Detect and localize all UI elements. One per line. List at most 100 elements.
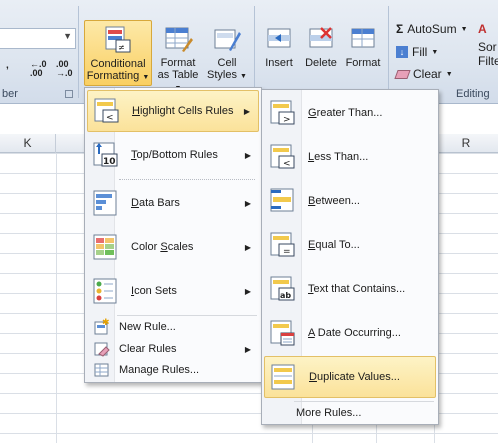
cf-label-line2: Formatting (86, 70, 140, 82)
number-group-label: ber (2, 88, 18, 100)
cell-styles-label-line2: Styles (207, 69, 237, 81)
insert-button[interactable]: Insert (258, 20, 300, 86)
svg-text:<: < (106, 113, 114, 123)
menu-item-label: Between... (308, 195, 360, 207)
highlight-cells-rules-icon: < (94, 98, 119, 123)
decrease-decimal-icon[interactable]: .00 →.0 (56, 60, 73, 78)
dialog-launcher-icon[interactable] (65, 90, 73, 98)
menu-item-label: Duplicate Values... (309, 371, 400, 383)
menu-item-icon-sets[interactable]: Icon Sets ▶ (87, 270, 259, 312)
svg-text:<: < (283, 159, 291, 169)
submenu-arrow-icon: ▶ (244, 198, 251, 208)
format-cells-icon (348, 24, 378, 54)
menu-item-new-rule[interactable]: ✱ New Rule... (87, 317, 259, 337)
more-rules-label: More Rules... (296, 407, 362, 419)
menu-item-clear-rules[interactable]: Clear Rules ▶ (87, 339, 259, 359)
submenu-arrow-icon: ▶ (243, 106, 250, 116)
grid-line (56, 153, 57, 443)
menu-item-label: Top/Bottom Rules (131, 149, 218, 161)
cf-label-line1: Conditional (90, 58, 146, 70)
column-header-r[interactable]: R (434, 134, 498, 153)
menu-item-duplicate-values[interactable]: Duplicate Values... (264, 356, 436, 398)
text-contains-icon: ab (270, 276, 295, 301)
submenu-arrow-icon: ▶ (244, 344, 251, 354)
menu-item-text-that-contains[interactable]: ab Text that Contains... (264, 268, 436, 310)
menu-item-label: Highlight Cells Rules (132, 105, 234, 117)
chevron-down-icon: ▼ (240, 73, 247, 80)
menu-item-top-bottom-rules[interactable]: 10 Top/Bottom Rules ▶ (87, 134, 259, 176)
menu-item-less-than[interactable]: < Less Than... (264, 136, 436, 178)
format-button[interactable]: Format (342, 20, 384, 86)
menu-item-manage-rules[interactable]: Manage Rules... (87, 360, 259, 380)
clear-rules-icon (94, 342, 110, 357)
delete-label: Delete (305, 57, 337, 69)
comma-style-icon[interactable]: , (6, 60, 9, 71)
chevron-down-icon: ▼ (142, 74, 150, 81)
fill-label: Fill (412, 45, 428, 59)
insert-label: Insert (265, 57, 293, 69)
svg-text:ab: ab (280, 291, 291, 300)
clear-rules-label: Clear Rules (119, 343, 177, 355)
manage-rules-icon (94, 363, 109, 377)
submenu-arrow-icon: ▶ (244, 286, 251, 296)
new-rule-icon: ✱ (94, 318, 110, 335)
sort-label-line1: Sor (478, 40, 497, 54)
group-separator (388, 6, 389, 98)
menu-item-between[interactable]: Between... (264, 180, 436, 222)
format-table-label-line2: as Table (157, 69, 199, 81)
editing-group-label: Editing (456, 88, 490, 100)
delete-cells-icon (306, 24, 336, 54)
less-than-icon: < (270, 144, 295, 169)
svg-text:=: = (283, 247, 291, 257)
svg-text:10: 10 (103, 157, 116, 167)
sigma-icon: Σ (396, 22, 404, 36)
autosum-button[interactable]: Σ AutoSum ▼ (396, 22, 468, 36)
menu-separator (119, 179, 255, 180)
menu-item-equal-to[interactable]: = Equal To... (264, 224, 436, 266)
conditional-formatting-icon: ≠ (103, 25, 133, 55)
greater-than-icon: > (270, 100, 295, 125)
svg-text:≠: ≠ (118, 43, 125, 52)
clear-button[interactable]: Clear ▼ (394, 67, 453, 81)
increase-decimal-icon[interactable]: ←.0.00 (30, 60, 47, 78)
menu-item-a-date-occurring[interactable]: A Date Occurring... (264, 312, 436, 354)
sort-filter-icon: A (478, 22, 487, 36)
data-bars-icon (93, 190, 117, 216)
between-icon (270, 188, 294, 212)
svg-text:✱: ✱ (102, 318, 110, 328)
icon-sets-icon (93, 278, 117, 304)
menu-item-highlight-cells-rules[interactable]: < Highlight Cells Rules ▶ (87, 90, 259, 132)
conditional-formatting-button[interactable]: ≠ Conditional Formatting ▼ (84, 20, 152, 86)
fill-down-icon: ↓ (396, 46, 408, 58)
sort-label-line2: Filte (478, 54, 498, 68)
number-format-dropdown[interactable]: ▼ (0, 28, 76, 49)
delete-button[interactable]: Delete (300, 20, 342, 86)
clear-label: Clear (413, 67, 442, 81)
group-separator (78, 6, 79, 98)
menu-item-label: Greater Than... (308, 107, 383, 119)
column-header-k[interactable]: K (0, 134, 56, 153)
chevron-down-icon: ▼ (431, 48, 439, 56)
eraser-icon (394, 69, 411, 79)
conditional-formatting-menu: < Highlight Cells Rules ▶ 10 Top/Bottom … (84, 87, 262, 383)
color-scales-icon (93, 234, 117, 260)
cell-styles-button[interactable]: Cell Styles ▼ (204, 20, 250, 86)
menu-separator (294, 401, 434, 402)
highlight-cells-rules-submenu: > Greater Than... < Less Than... Between… (261, 89, 439, 425)
svg-text:>: > (283, 115, 291, 125)
new-rule-label: New Rule... (119, 321, 176, 333)
sort-filter-button[interactable]: A Sor Filte (478, 22, 498, 82)
menu-item-label: Less Than... (308, 151, 369, 163)
menu-item-data-bars[interactable]: Data Bars ▶ (87, 182, 259, 224)
submenu-arrow-icon: ▶ (244, 150, 251, 160)
format-as-table-button[interactable]: Format as Table ▼ (154, 20, 202, 92)
fill-button[interactable]: ↓ Fill ▼ (396, 45, 438, 59)
format-as-table-icon (163, 24, 193, 54)
menu-item-greater-than[interactable]: > Greater Than... (264, 92, 436, 134)
menu-item-more-rules[interactable]: More Rules... (264, 403, 436, 423)
top-bottom-rules-icon: 10 (93, 142, 118, 167)
submenu-arrow-icon: ▶ (244, 242, 251, 252)
duplicate-values-icon (271, 364, 295, 390)
menu-item-label: A Date Occurring... (308, 327, 401, 339)
menu-item-color-scales[interactable]: Color Scales ▶ (87, 226, 259, 268)
